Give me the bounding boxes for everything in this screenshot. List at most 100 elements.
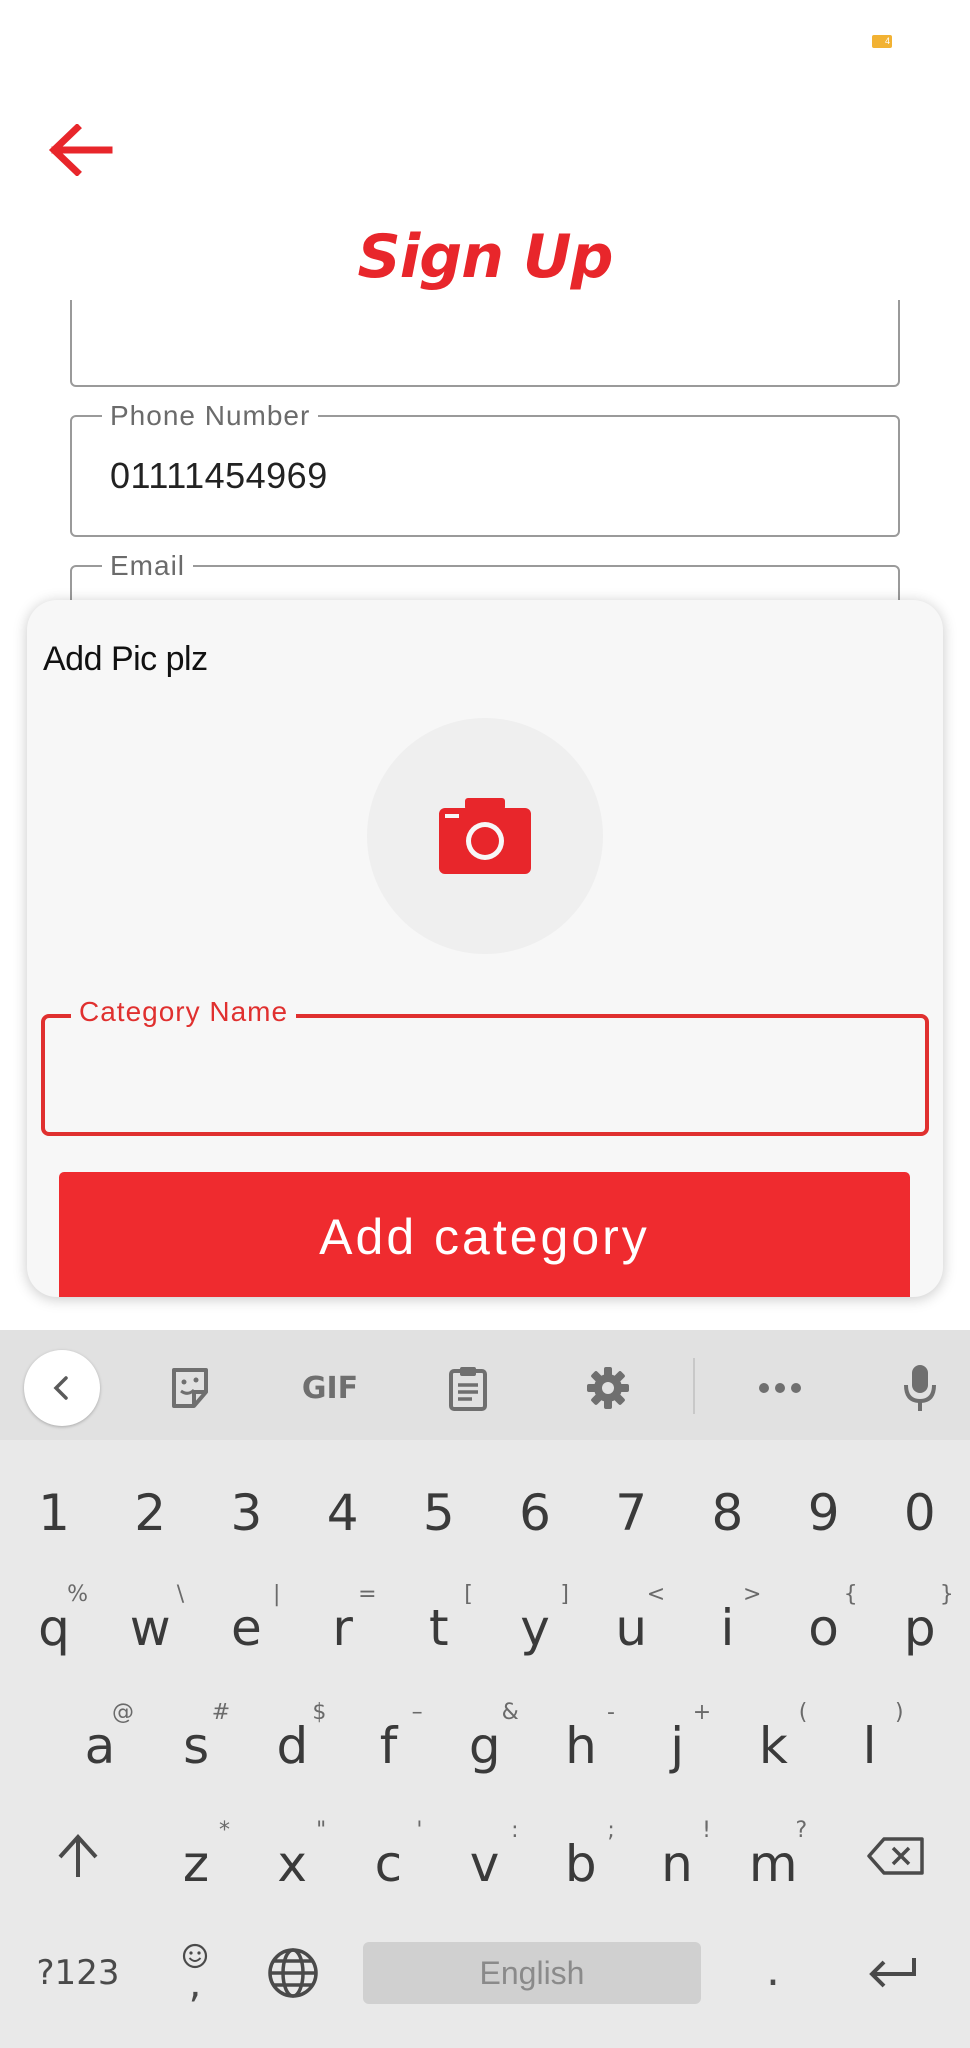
key-secondary-label: # [211, 1700, 231, 1725]
key-secondary-label: % [67, 1582, 88, 1607]
category-name-label: Category Name [71, 996, 297, 1028]
key-secondary-label: [ [464, 1582, 473, 1607]
key-7[interactable]: 7 [583, 1463, 679, 1563]
key-secondary-label: ] [560, 1582, 569, 1607]
key-k[interactable]: k( [725, 1696, 821, 1796]
settings-button[interactable] [570, 1350, 646, 1426]
key-label: z [182, 1835, 210, 1893]
key-secondary-label: } [939, 1582, 954, 1607]
key-label: r [332, 1599, 353, 1657]
key-l[interactable]: l) [822, 1696, 918, 1796]
add-photo-button[interactable] [367, 718, 603, 954]
key-6[interactable]: 6 [487, 1463, 583, 1563]
key-label: u [615, 1599, 648, 1657]
key-label: b [564, 1835, 597, 1893]
enter-key[interactable] [852, 1940, 932, 2006]
key-label: 2 [134, 1484, 167, 1542]
previous-field[interactable] [70, 300, 900, 387]
shift-key[interactable] [40, 1818, 116, 1894]
key-f[interactable]: f – [341, 1696, 437, 1796]
key-secondary-label: | [272, 1582, 281, 1607]
more-options-button[interactable] [742, 1350, 818, 1426]
key-label: 0 [903, 1484, 936, 1542]
key-secondary-label: @ [112, 1700, 134, 1725]
key-secondary-label: ? [795, 1818, 808, 1843]
key-g[interactable]: g & [437, 1696, 533, 1796]
key-label: a [84, 1717, 116, 1775]
key-9[interactable]: 9 [776, 1463, 872, 1563]
camera-icon [439, 798, 531, 874]
key-w[interactable]: w \ [102, 1578, 198, 1678]
key-2[interactable]: 2 [102, 1463, 198, 1563]
key-d[interactable]: d $ [244, 1696, 340, 1796]
key-r[interactable]: r = [295, 1578, 391, 1678]
key-secondary-label: > [742, 1582, 762, 1607]
voice-input-button[interactable] [882, 1350, 958, 1426]
gif-button[interactable]: GIF [290, 1350, 370, 1426]
globe-icon [268, 1948, 318, 1998]
key-y[interactable]: y] [487, 1578, 583, 1678]
period-key[interactable]: . [740, 1930, 806, 2010]
key-label: e [231, 1599, 262, 1657]
page-title: Sign Up [357, 222, 613, 292]
key-label: i [720, 1599, 735, 1657]
key-a[interactable]: a @ [52, 1696, 148, 1796]
key-t[interactable]: t[ [391, 1578, 487, 1678]
key-0[interactable]: 0 [872, 1463, 968, 1563]
add-category-button[interactable]: Add category [59, 1172, 910, 1297]
back-button[interactable] [40, 115, 120, 185]
key-secondary-label: " [316, 1818, 327, 1843]
key-8[interactable]: 8 [679, 1463, 775, 1563]
chevron-left-icon [53, 1376, 68, 1400]
key-c[interactable]: c ' [340, 1814, 436, 1914]
key-o[interactable]: o{ [776, 1578, 872, 1678]
key-secondary-label: ' [416, 1818, 423, 1843]
symbols-key[interactable]: ?123 [20, 1942, 136, 2004]
key-p[interactable]: p} [872, 1578, 968, 1678]
key-q[interactable]: q% [6, 1578, 102, 1678]
clipboard-button[interactable] [430, 1350, 506, 1426]
key-secondary-label: : [511, 1818, 519, 1843]
key-x[interactable]: x " [244, 1814, 340, 1914]
battery-icon: 4 [872, 35, 892, 48]
key-secondary-label: = [358, 1582, 377, 1607]
key-secondary-label: ; [607, 1818, 615, 1843]
clipboard-icon [449, 1367, 487, 1411]
key-secondary-label: < [646, 1582, 666, 1607]
key-secondary-label: * [219, 1818, 230, 1843]
key-j[interactable]: j + [629, 1696, 725, 1796]
phone-number-field[interactable]: Phone Number 01111454969 [70, 400, 900, 537]
key-1[interactable]: 1 [6, 1463, 102, 1563]
category-name-input[interactable]: Category Name [41, 996, 929, 1136]
toolbar-collapse-button[interactable] [24, 1350, 100, 1426]
email-label: Email [102, 550, 194, 582]
phone-number-label: Phone Number [102, 400, 319, 432]
key-e[interactable]: e | [198, 1578, 294, 1678]
key-b[interactable]: b; [533, 1814, 629, 1914]
key-n[interactable]: n! [629, 1814, 725, 1914]
key-label: c [374, 1835, 403, 1893]
key-label: k [758, 1717, 788, 1775]
key-h[interactable]: h- [533, 1696, 629, 1796]
key-5[interactable]: 5 [391, 1463, 487, 1563]
comma-key[interactable]: , [160, 1928, 230, 2014]
keyboard: GIF 1 2 3 4 5 6 7 8 9 0 q % w \ e | r = … [0, 1330, 970, 2048]
more-horizontal-icon [759, 1383, 801, 1393]
key-4[interactable]: 4 [295, 1463, 391, 1563]
sticker-button[interactable] [152, 1350, 228, 1426]
key-u[interactable]: u < [583, 1578, 679, 1678]
key-3[interactable]: 3 [198, 1463, 294, 1563]
key-z[interactable]: z * [148, 1814, 244, 1914]
key-label: 3 [230, 1484, 263, 1542]
key-m[interactable]: m? [725, 1814, 821, 1914]
key-label: m [748, 1835, 798, 1893]
key-i[interactable]: i > [679, 1578, 775, 1678]
language-key[interactable] [258, 1940, 328, 2006]
key-s[interactable]: s # [148, 1696, 244, 1796]
backspace-key[interactable] [856, 1818, 936, 1894]
space-key[interactable]: English [363, 1942, 701, 2004]
key-v[interactable]: v: [437, 1814, 533, 1914]
backspace-icon [867, 1837, 924, 1875]
key-label: h [565, 1717, 597, 1775]
shift-arrow-icon [58, 1834, 98, 1877]
